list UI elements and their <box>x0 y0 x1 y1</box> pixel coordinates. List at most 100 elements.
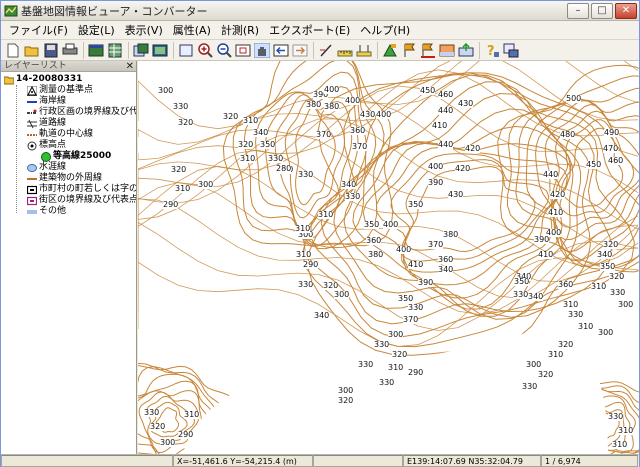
layer-item-coastline[interactable]: 海岸線 <box>1 96 136 107</box>
elevation-label: 300 <box>198 180 214 189</box>
new-icon[interactable] <box>4 42 22 59</box>
elevation-label: 300 <box>526 360 542 369</box>
elevation-label: 500 <box>566 94 582 103</box>
elevation-label: 290 <box>408 368 424 377</box>
building-icon <box>27 177 37 180</box>
layer-item-label: 街区の境界線及び代表点 <box>39 195 136 205</box>
menu-attribute[interactable]: 属性(A) <box>168 22 216 39</box>
zoom-out-icon[interactable] <box>215 42 233 59</box>
elevation-label: 280 <box>276 164 292 173</box>
layer-item-label: 標高点 <box>39 140 67 150</box>
close-button[interactable]: ✕ <box>615 3 637 19</box>
zoom-full-icon[interactable] <box>177 42 195 59</box>
other-icon <box>27 209 37 214</box>
elevation-label: 300 <box>388 330 404 339</box>
elevation-label: 310 <box>388 363 404 372</box>
elevation-label: 340 <box>528 292 544 301</box>
map-canvas[interactable]: 300 330 320 320 310 320 310 300 290 320 310 340 350 3… <box>138 61 639 454</box>
elevation-label: 330 <box>522 382 538 391</box>
elevation-label: 370 <box>403 315 419 324</box>
measure-icon[interactable] <box>317 42 335 59</box>
menu-export[interactable]: エクスポート(E) <box>264 22 355 39</box>
layer-panel-close-icon[interactable]: ✕ <box>126 61 134 72</box>
layer-root[interactable]: 14-20080331 <box>1 74 136 85</box>
layer-icon[interactable] <box>87 42 105 59</box>
elevation-label: 340 <box>597 250 613 259</box>
elevation-label: 330 <box>374 340 390 349</box>
elevation-label: 420 <box>465 144 481 153</box>
help-icon[interactable]: ? <box>483 42 501 59</box>
menu-help[interactable]: ヘルプ(H) <box>355 22 415 39</box>
elevation-label: 300 <box>334 290 350 299</box>
ruler-icon[interactable] <box>336 42 354 59</box>
image-icon[interactable] <box>151 42 169 59</box>
elevation-label: 400 <box>324 85 340 94</box>
maximize-button[interactable]: □ <box>591 3 613 19</box>
table-icon[interactable] <box>106 42 124 59</box>
layer-item-rail[interactable]: 軌道の中心線 <box>1 129 136 140</box>
flag3-icon[interactable] <box>419 42 437 59</box>
print-icon[interactable] <box>61 42 79 59</box>
blank-area <box>183 329 608 454</box>
elevation-label: 480 <box>560 130 576 139</box>
zoom-box-icon[interactable] <box>234 42 252 59</box>
layer-item-label: 道路線 <box>39 118 67 128</box>
menu-file[interactable]: ファイル(F) <box>4 22 73 39</box>
menu-measure[interactable]: 計測(R) <box>216 22 264 39</box>
export-icon[interactable] <box>457 42 475 59</box>
layer-item-survey-point[interactable]: 測量の基準点 <box>1 85 136 96</box>
layer-item-town[interactable]: 市町村の町若しくは字の... <box>1 184 136 195</box>
layer-item-elevation-point[interactable]: 標高点 <box>1 140 136 151</box>
layer-item-road[interactable]: 道路線 <box>1 118 136 129</box>
svg-text:?: ? <box>487 44 495 58</box>
layer-item-admin-boundary[interactable]: 行政区画の境界線及び代... <box>1 107 136 118</box>
menu-settings[interactable]: 設定(L) <box>73 22 120 39</box>
layer-item-contour[interactable]: 等高線25000 <box>1 151 136 162</box>
elevation-label: 420 <box>455 164 471 173</box>
area-icon[interactable] <box>355 42 373 59</box>
elevation-label: 300 <box>618 300 634 309</box>
layer-item-label: 水涯線 <box>39 162 67 172</box>
zoom-in-icon[interactable] <box>196 42 214 59</box>
elevation-label: 330 <box>298 170 314 179</box>
water-icon <box>27 163 37 172</box>
info-icon[interactable] <box>502 42 520 59</box>
minimize-button[interactable]: – <box>567 3 589 19</box>
elevation-label: 460 <box>438 90 454 99</box>
elevation-label: 330 <box>513 290 529 299</box>
contour-map[interactable] <box>138 61 639 454</box>
elevation-label: 450 <box>586 160 602 169</box>
pan-icon[interactable] <box>253 42 271 59</box>
elevation-label: 310 <box>243 116 259 125</box>
layer-item-waterline[interactable]: 水涯線 <box>1 162 136 173</box>
elevation-label: 320 <box>223 112 239 121</box>
layer-item-other[interactable]: その他 <box>1 206 136 217</box>
elevation-label: 320 <box>392 350 408 359</box>
elevation-label: 320 <box>178 118 194 127</box>
menu-bar: ファイル(F) 設定(L) 表示(V) 属性(A) 計測(R) エクスポート(E… <box>1 21 639 40</box>
flag2-icon[interactable] <box>400 42 418 59</box>
layer-list-panel: レイヤーリスト ✕ 14-20080331 測量の基準点 海岸線 行政区画の境界… <box>1 61 137 454</box>
layer-panel-header: レイヤーリスト ✕ <box>1 61 136 72</box>
elevation-label: 410 <box>548 208 564 217</box>
forward-icon[interactable] <box>291 42 309 59</box>
contour-line <box>295 106 336 206</box>
layer-item-block[interactable]: 街区の境界線及び代表点 <box>1 195 136 206</box>
copy-icon[interactable] <box>132 42 150 59</box>
menu-view[interactable]: 表示(V) <box>120 22 168 39</box>
flag-icon[interactable] <box>381 42 399 59</box>
back-icon[interactable] <box>272 42 290 59</box>
boundary-icon <box>27 109 37 114</box>
toolbar-separator <box>313 41 314 59</box>
chart-icon[interactable] <box>438 42 456 59</box>
elevation-label: 400 <box>383 220 399 229</box>
layer-item-building[interactable]: 建築物の外周線 <box>1 173 136 184</box>
contour-line <box>243 61 377 250</box>
elevation-label: 320 <box>150 422 166 431</box>
save-icon[interactable] <box>42 42 60 59</box>
contour-line <box>343 108 574 317</box>
open-icon[interactable] <box>23 42 41 59</box>
elevation-label: 330 <box>379 378 395 387</box>
elevation-label: 360 <box>438 255 454 264</box>
elevation-label: 350 <box>514 277 530 286</box>
